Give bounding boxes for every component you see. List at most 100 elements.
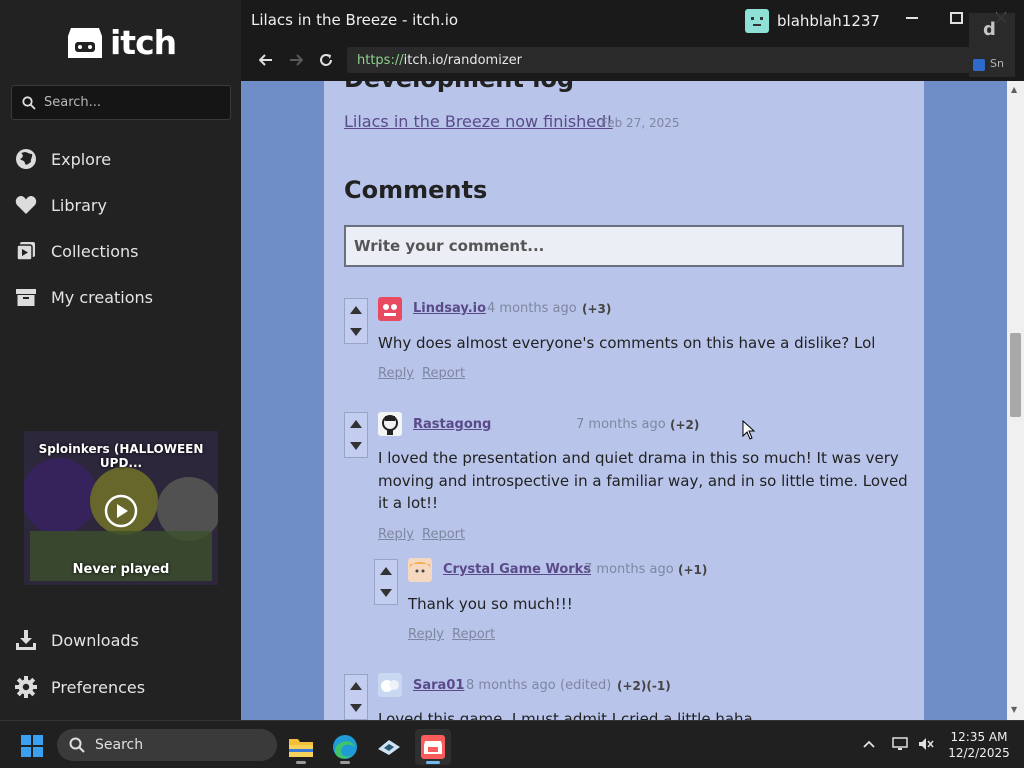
sidebar-item-my-creations[interactable]: My creations [14,281,153,313]
triangle-down-icon [350,442,362,450]
reload-button[interactable] [316,50,336,70]
comment-time: 7 months ago [576,417,666,432]
upvote-button[interactable] [345,299,367,321]
sidebar-item-collections[interactable]: Collections [14,235,138,267]
upvote-button[interactable] [345,675,367,697]
overlay-checkbox[interactable] [973,59,985,71]
upvote-button[interactable] [375,560,397,582]
user-menu[interactable]: blahblah1237 [745,9,880,33]
tray-network[interactable] [891,735,909,753]
taskbar-itch[interactable] [415,729,451,765]
collections-icon [14,239,38,263]
comment-time: 8 months ago [466,678,556,693]
scroll-down-arrow-icon[interactable]: ▼ [1011,705,1017,714]
comments-heading: Comments [344,176,488,204]
report-link[interactable]: Report [452,627,495,642]
page-scrollbar[interactable]: ▲ ▼ [1007,81,1024,720]
forward-button[interactable] [286,50,306,70]
play-icon[interactable] [104,494,138,528]
url-scheme: https:// [357,52,404,68]
downvote-button[interactable] [345,435,367,457]
tray-overflow-button[interactable] [860,735,878,753]
downvote-button[interactable] [375,582,397,604]
taskbar-search-label: Search [95,737,144,753]
maximize-button[interactable] [943,6,969,30]
running-indicator [340,761,350,764]
downvote-button[interactable] [345,321,367,343]
reply-link[interactable]: Reply [378,366,414,381]
comment-author[interactable]: Sara01 [413,678,464,693]
url-path: itch.io/randomizer [403,52,522,68]
triangle-up-icon [380,567,392,575]
address-bar[interactable]: https://itch.io/randomizer [347,47,971,73]
sidebar-item-library[interactable]: Library [14,189,107,221]
sidebar-item-downloads[interactable]: Downloads [14,624,139,656]
comment-score: (+2) [670,418,700,432]
reply-link[interactable]: Reply [378,527,414,542]
taskbar-clock[interactable]: 12:35 AM 12/2/2025 [944,729,1014,761]
devlog-entry-link[interactable]: Lilacs in the Breeze now finished! [344,112,613,131]
comment-body: Why does almost everyone's comments on t… [378,334,876,352]
sidebar-item-label: My creations [51,287,154,307]
taskbar-file-explorer[interactable] [283,729,319,765]
taskbar-app[interactable] [371,729,407,765]
itch-logo[interactable]: itch [66,22,177,62]
overlay-label: Sn [990,57,1004,70]
comment-time: 7 months ago [584,562,674,577]
sidebar-item-label: Collections [51,241,139,261]
sidebar-search[interactable] [11,85,231,120]
comment-author[interactable]: Lindsay.io [413,301,486,316]
triangle-down-icon [350,328,362,336]
search-icon [22,95,36,110]
comment-author[interactable]: Rastagong [413,417,491,432]
avatar[interactable] [378,673,402,697]
taskbar: Search 12:35 AM 12/2/2025 [0,720,1024,768]
comment-author[interactable]: Crystal Game Works [443,562,591,577]
comment-body: Loved this game. I must admit I cried a … [378,710,753,720]
recent-game-thumbnail[interactable]: Sploinkers (HALLOWEEN UPD... Never playe… [24,431,218,585]
minimize-button[interactable] [899,6,925,30]
recent-game-status: Never played [72,562,170,577]
edge-browser-icon [333,735,357,759]
windows-start-icon[interactable] [20,734,44,758]
vote-widget [344,674,368,720]
scroll-up-arrow-icon[interactable]: ▲ [1011,85,1017,94]
avatar[interactable] [378,297,402,321]
comment-score: (+3) [582,302,612,316]
clock-date: 12/2/2025 [948,746,1010,760]
upvote-button[interactable] [345,413,367,435]
vote-widget [344,412,368,458]
sidebar-item-explore[interactable]: Explore [14,143,111,175]
game-page-column: Development log Lilacs in the Breeze now… [324,81,924,720]
volume-muted-icon [919,738,934,750]
taskbar-edge[interactable] [327,729,363,765]
sidebar: itch Explore Library Collections My crea… [0,0,241,720]
comment-input[interactable]: Write your comment... [344,225,904,267]
report-link[interactable]: Report [422,527,465,542]
reply-link[interactable]: Reply [408,627,444,642]
back-button[interactable] [256,50,276,70]
report-link[interactable]: Report [422,366,465,381]
triangle-up-icon [350,420,362,428]
heart-icon [14,193,38,217]
recent-game-title: Sploinkers (HALLOWEEN UPD... [38,442,204,470]
browser-topbar: Lilacs in the Breeze - itch.io blahblah1… [241,0,1024,81]
user-avatar [745,9,769,33]
overlay-widget[interactable]: d Sn [969,13,1015,77]
avatar[interactable] [378,412,402,436]
download-icon [14,628,38,652]
folder-icon [289,739,313,757]
sidebar-item-label: Explore [51,149,112,169]
taskbar-search[interactable]: Search [57,729,277,761]
avatar[interactable] [408,558,432,582]
sidebar-item-preferences[interactable]: Preferences [14,671,145,703]
tray-volume[interactable] [917,735,935,753]
sidebar-search-input[interactable] [44,95,214,110]
network-icon [892,737,908,750]
devlog-heading: Development log [344,81,574,93]
downvote-button[interactable] [345,697,367,719]
arrow-right-icon [290,54,303,66]
scrollbar-thumb[interactable] [1010,333,1021,417]
comment-score: (+2)(-1) [617,679,671,693]
comment-body: I loved the presentation and quiet drama… [378,449,908,512]
